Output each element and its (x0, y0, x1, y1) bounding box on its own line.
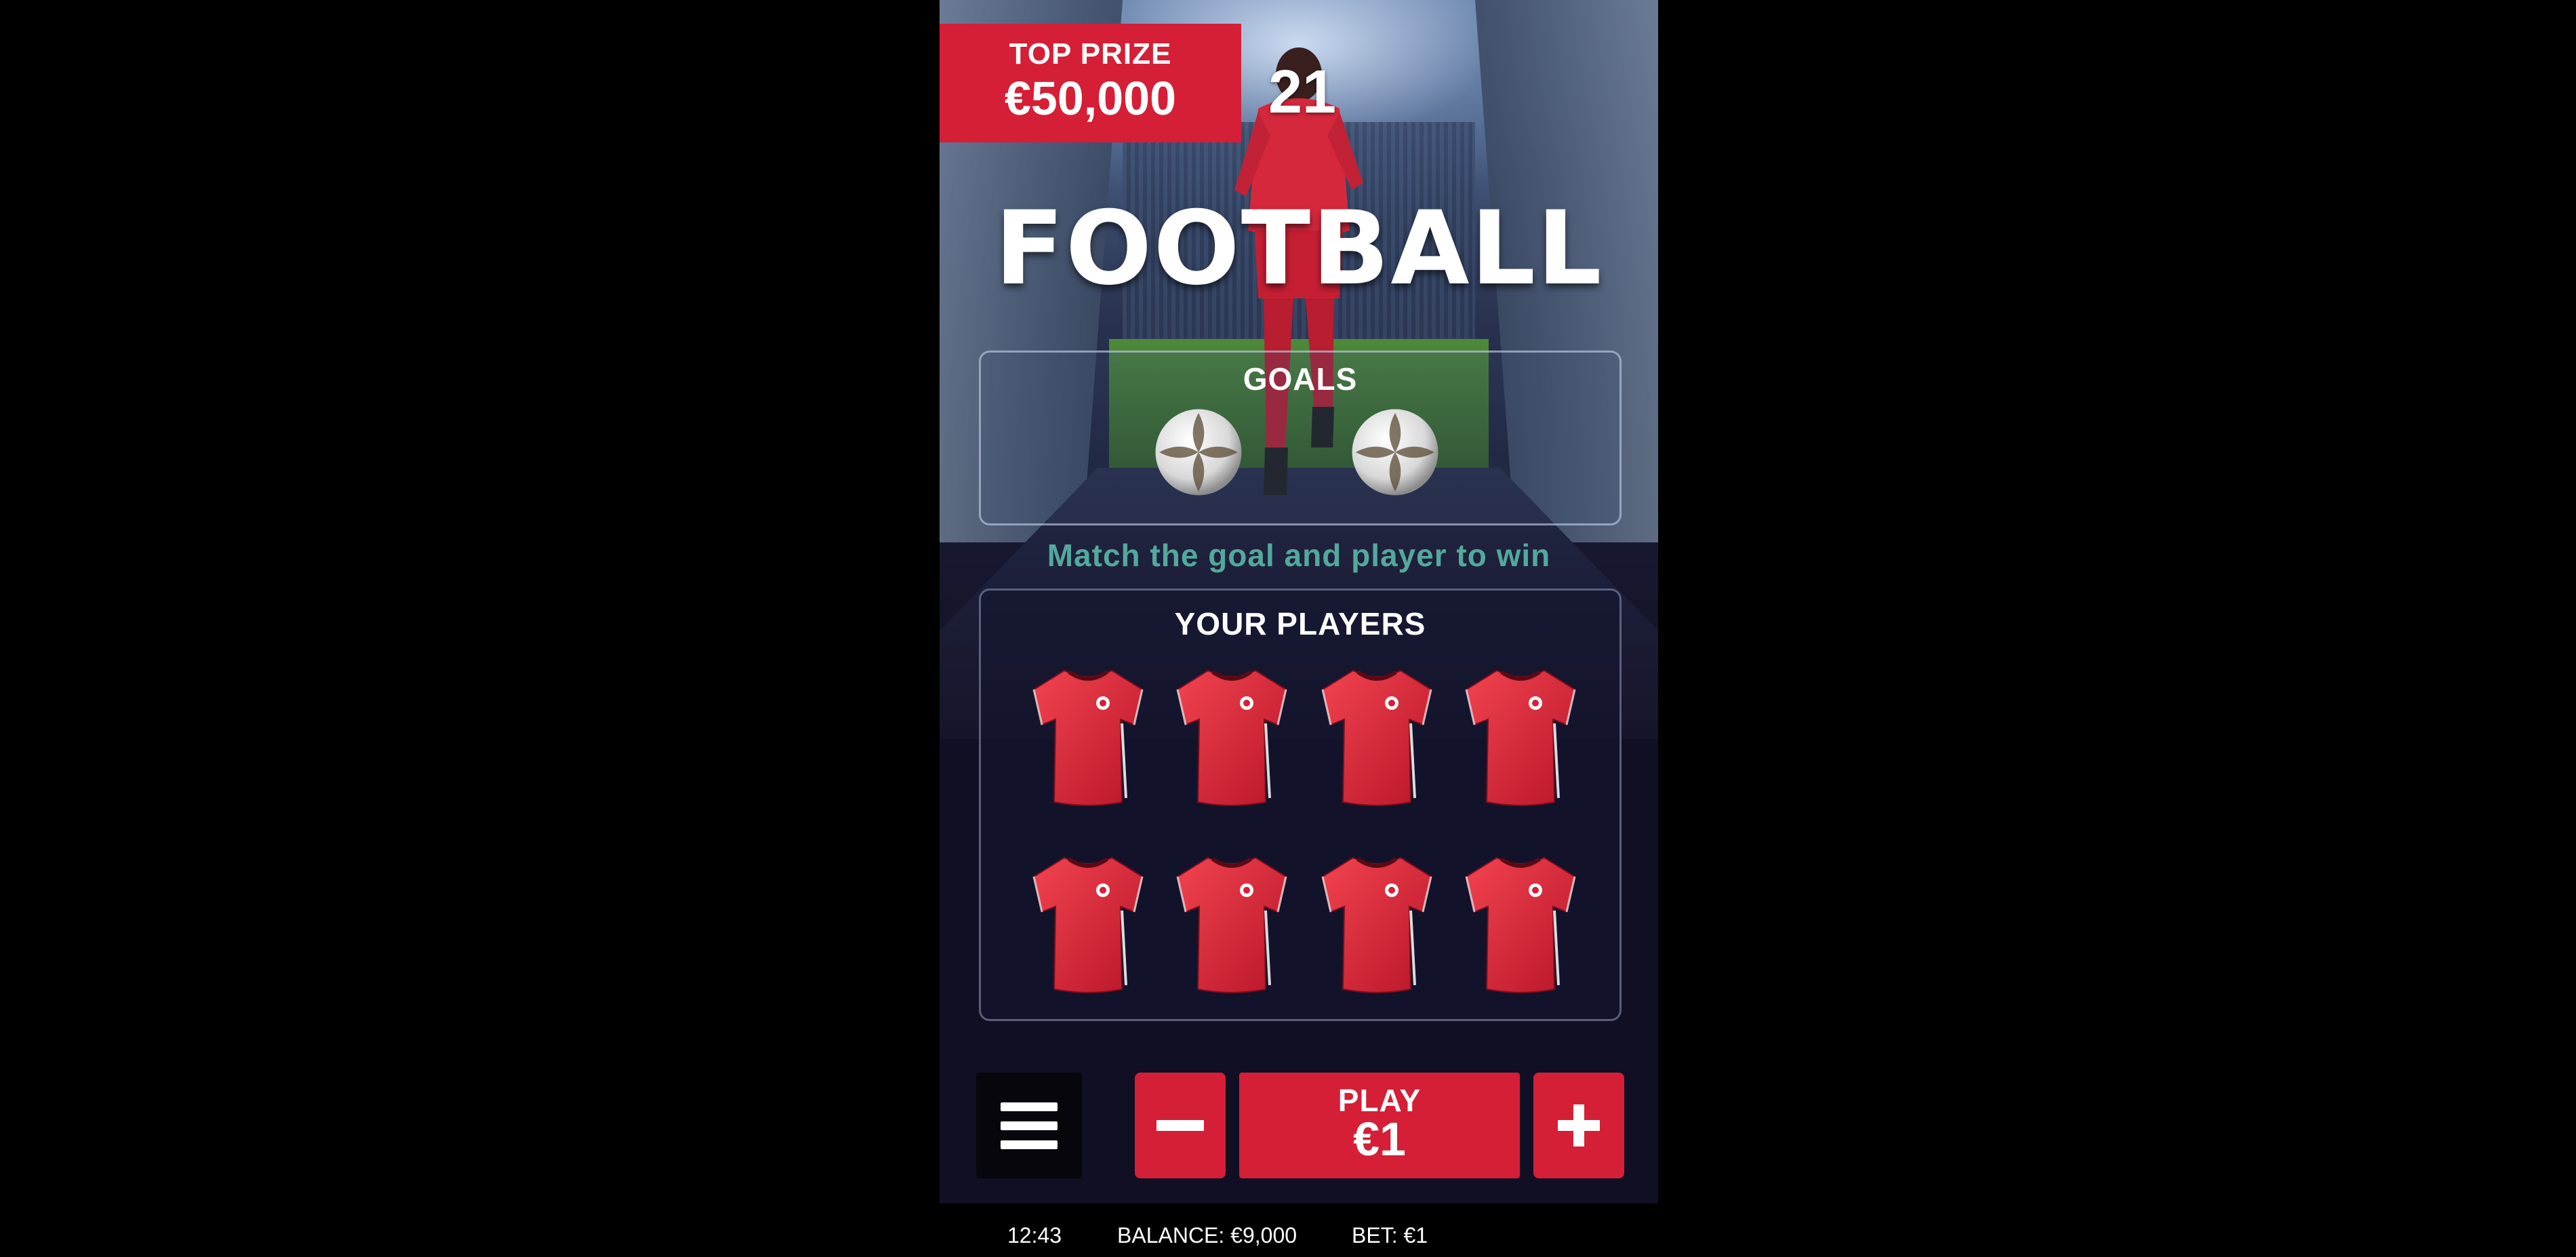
status-bar: 12:43 BALANCE: €9,000 BET: €1 (0, 1214, 2576, 1257)
shirt-icon[interactable] (1027, 850, 1149, 999)
shirt-icon[interactable] (1027, 662, 1149, 812)
instruction-text: Match the goal and player to win (1047, 538, 1551, 573)
shirt-icon[interactable] (1316, 850, 1438, 999)
ball-icon[interactable] (1152, 405, 1245, 499)
status-time: 12:43 (1007, 1223, 1062, 1248)
ball-icon[interactable] (1348, 405, 1442, 499)
menu-button[interactable] (976, 1073, 1082, 1178)
shirt-icon[interactable] (1316, 662, 1438, 812)
hamburger-menu-icon (1001, 1102, 1058, 1111)
shirt-icon[interactable] (1171, 662, 1293, 812)
jersey-number: 21 (1268, 58, 1337, 126)
increase-bet-button[interactable] (1533, 1073, 1624, 1178)
top-prize-banner: TOP PRIZE €50,000 (940, 24, 1241, 142)
hamburger-menu-icon (1001, 1121, 1058, 1130)
shirt-icon[interactable] (1171, 850, 1293, 999)
play-amount: €1 (1353, 1113, 1406, 1165)
shirt-icon[interactable] (1460, 662, 1582, 812)
game-title: FOOTBALL (994, 190, 1603, 308)
goals-panel: GOALS (979, 351, 1622, 525)
players-panel: YOUR PLAYERS (979, 588, 1622, 1021)
goals-title: GOALS (1243, 361, 1358, 397)
game-area: 21 TOP PRIZE €50,000 FOOTBALL GOALS Matc… (940, 0, 1658, 1203)
status-bet: BET: €1 (1352, 1223, 1428, 1248)
decrease-bet-button[interactable] (1135, 1073, 1226, 1178)
plus-icon (1573, 1104, 1584, 1146)
minus-icon (1156, 1120, 1204, 1131)
players-title: YOUR PLAYERS (1174, 606, 1426, 641)
screen: 21 TOP PRIZE €50,000 FOOTBALL GOALS Matc… (0, 0, 2576, 1257)
shirt-icon[interactable] (1460, 850, 1582, 999)
top-prize-value: €50,000 (1004, 72, 1177, 125)
top-prize-label: TOP PRIZE (1009, 37, 1172, 71)
play-button[interactable]: PLAY €1 (1239, 1073, 1520, 1178)
status-balance: BALANCE: €9,000 (1117, 1223, 1297, 1248)
hamburger-menu-icon (1001, 1140, 1058, 1149)
